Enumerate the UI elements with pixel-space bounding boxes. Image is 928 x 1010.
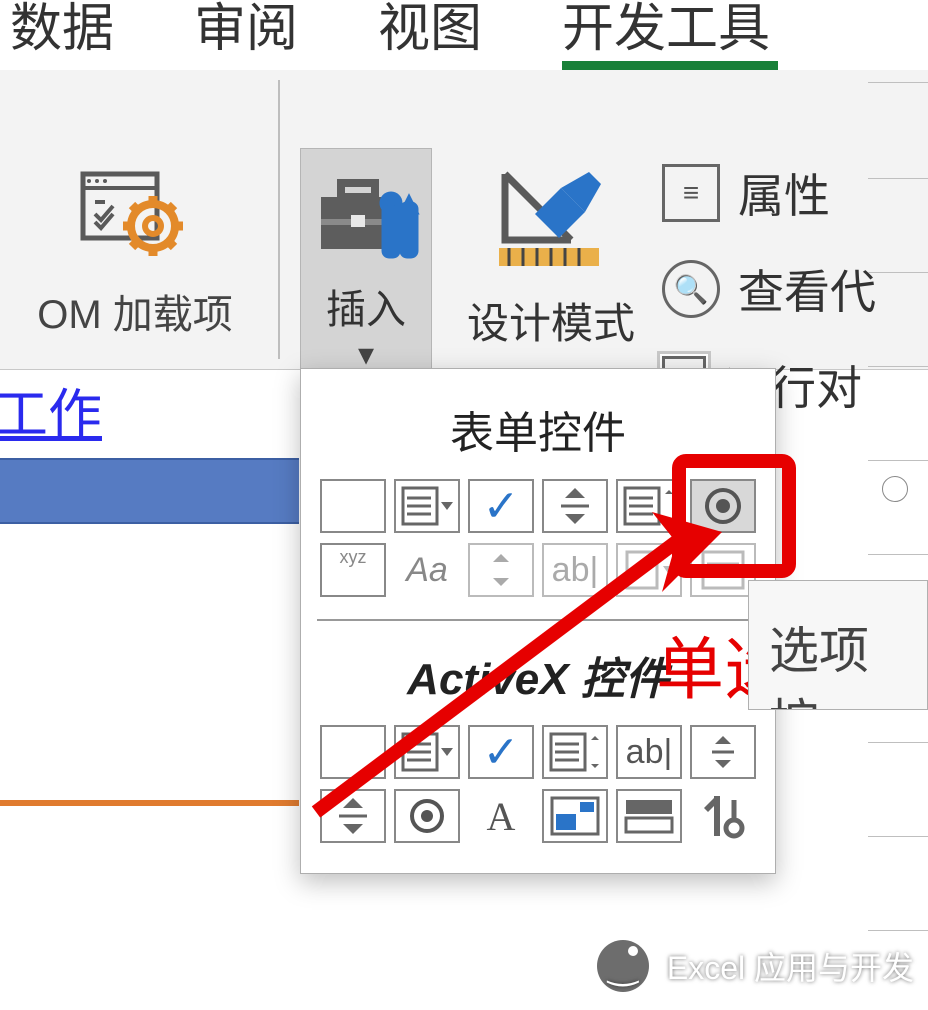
sheet-rows bbox=[0, 524, 299, 998]
selection-handle[interactable] bbox=[882, 476, 908, 502]
tooltip-partial: 选项按 bbox=[748, 580, 928, 710]
combo-box-control-icon[interactable] bbox=[394, 479, 460, 533]
checkbox-control-icon[interactable]: ✓ bbox=[468, 479, 534, 533]
list-disabled-icon[interactable] bbox=[690, 543, 756, 597]
list-box-control-icon[interactable] bbox=[616, 479, 682, 533]
watermark-text: Excel 应用与开发 bbox=[667, 943, 914, 989]
watermark: ‿ Excel 应用与开发 bbox=[597, 940, 914, 992]
scrollbar-control-icon[interactable] bbox=[468, 543, 534, 597]
option-button-control-icon[interactable] bbox=[690, 479, 756, 533]
com-addins-icon bbox=[75, 166, 195, 266]
form-controls-grid: ✓ xyz Aa ab| bbox=[317, 479, 759, 597]
list-box-ax-icon[interactable] bbox=[542, 725, 608, 779]
scrollbar-ax-icon[interactable] bbox=[690, 725, 756, 779]
sheet-header bbox=[0, 458, 299, 524]
group-box-control-icon[interactable]: xyz bbox=[320, 543, 386, 597]
text-box-ax-icon[interactable]: ab| bbox=[616, 725, 682, 779]
combo-disabled-icon[interactable] bbox=[616, 543, 682, 597]
view-code-icon: 🔍 bbox=[662, 260, 720, 318]
spin-button-ax-icon[interactable] bbox=[320, 789, 386, 843]
watermark-icon: ‿ bbox=[597, 940, 649, 992]
ribbon-tab-data[interactable]: 数据 bbox=[10, 0, 114, 61]
button-control-icon[interactable] bbox=[320, 479, 386, 533]
view-code-label: 查看代 bbox=[738, 256, 876, 322]
more-controls-ax-icon[interactable] bbox=[690, 789, 756, 843]
spin-button-control-icon[interactable] bbox=[542, 479, 608, 533]
option-button-ax-icon[interactable] bbox=[394, 789, 460, 843]
ribbon-tab-review[interactable]: 审阅 bbox=[194, 0, 298, 61]
ribbon-tabs: 数据 审阅 视图 开发工具 bbox=[0, 0, 928, 58]
image-ax-icon[interactable] bbox=[542, 789, 608, 843]
label-ax-icon[interactable]: A bbox=[468, 789, 534, 843]
view-code-button[interactable]: 🔍 查看代 bbox=[662, 256, 876, 322]
command-button-ax-icon[interactable] bbox=[320, 725, 386, 779]
grid-lines bbox=[868, 0, 928, 1010]
insert-controls-dropdown: 表单控件 ✓ xyz Aa ab| ActiveX 控件 ✓ ab| A bbox=[300, 368, 776, 874]
properties-button[interactable]: ≡ 属性 bbox=[662, 160, 876, 226]
design-mode-icon bbox=[491, 160, 611, 280]
com-addins-button[interactable]: OM 加载项 bbox=[0, 160, 270, 340]
ribbon-toolbar: OM 加载项 插入 ▾ bbox=[0, 70, 928, 370]
form-controls-header: 表单控件 bbox=[317, 397, 759, 461]
combo-box-ax-icon[interactable] bbox=[394, 725, 460, 779]
toggle-ax-icon[interactable] bbox=[616, 789, 682, 843]
properties-label: 属性 bbox=[738, 160, 830, 226]
ribbon-tab-developer[interactable]: 开发工具 bbox=[562, 0, 770, 61]
activex-controls-grid: ✓ ab| A bbox=[317, 725, 759, 843]
com-addins-label: OM 加载项 bbox=[0, 282, 270, 340]
ribbon-tab-view[interactable]: 视图 bbox=[378, 0, 482, 61]
insert-button-label: 插入 bbox=[326, 277, 406, 335]
checkbox-ax-icon[interactable]: ✓ bbox=[468, 725, 534, 779]
properties-icon: ≡ bbox=[662, 164, 720, 222]
textfield-disabled-icon[interactable]: ab| bbox=[542, 543, 608, 597]
design-mode-label: 设计模式 bbox=[446, 290, 656, 351]
sheet-title-partial: 发工作 bbox=[0, 370, 102, 449]
design-mode-button[interactable]: 设计模式 bbox=[446, 160, 656, 351]
briefcase-icon bbox=[311, 159, 421, 269]
activex-controls-header: ActiveX 控件 bbox=[317, 643, 759, 707]
label-control-icon[interactable]: Aa bbox=[394, 543, 460, 597]
